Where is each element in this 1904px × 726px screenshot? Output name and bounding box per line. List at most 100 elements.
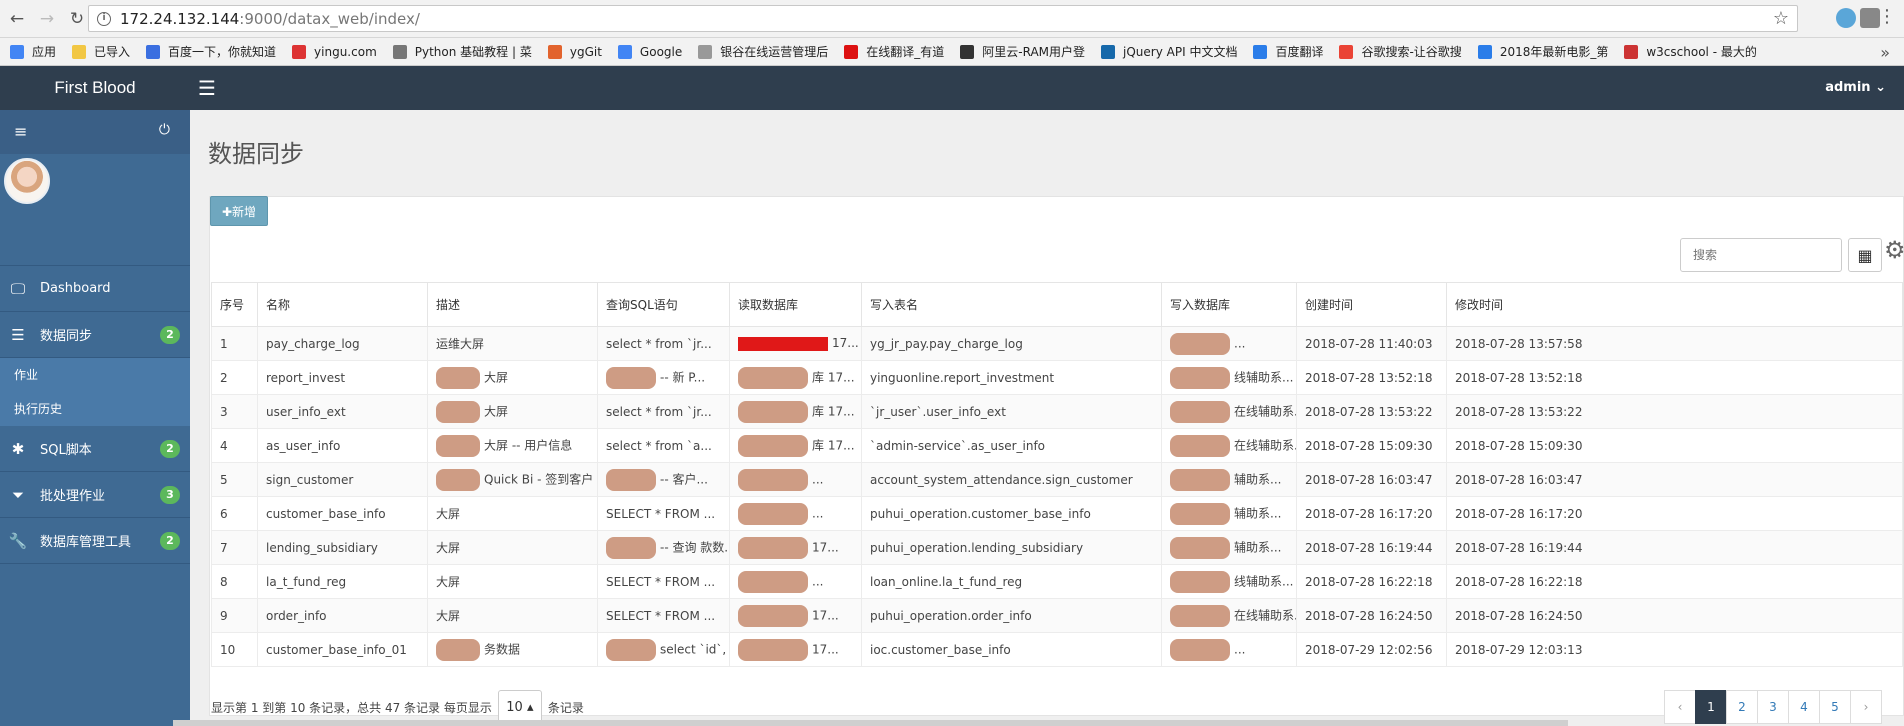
- horizontal-scrollbar[interactable]: [173, 720, 1568, 726]
- sidebar-subitem-jobs[interactable]: 作业: [0, 358, 190, 392]
- sidebar-item-db-tools[interactable]: 🔧 数据库管理工具 2: [0, 518, 190, 564]
- bookmark-label: 2018年最新电影_第: [1499, 45, 1609, 59]
- page-button[interactable]: 2: [1726, 690, 1758, 724]
- column-header[interactable]: 名称: [257, 282, 428, 327]
- table-row[interactable]: 1 pay_charge_log 运维大屏 select * from `jr... 1…: [211, 326, 1903, 361]
- column-header[interactable]: 读取数据库: [729, 282, 862, 327]
- table-cell: puhui_operation.lending_subsidiary: [861, 530, 1162, 565]
- menu-icon[interactable]: ≡: [14, 122, 27, 141]
- bookmark-item[interactable]: 已导入: [72, 43, 130, 60]
- page-button[interactable]: 3: [1757, 690, 1789, 724]
- page-button[interactable]: 1: [1695, 690, 1727, 724]
- column-header[interactable]: 写入表名: [861, 282, 1162, 327]
- bookmark-item[interactable]: 在线翻译_有道: [844, 43, 944, 60]
- table-row[interactable]: 9 order_info 大屏 SELECT * FROM ... 17... puhui…: [211, 598, 1903, 633]
- cell-text: order_info: [266, 608, 327, 623]
- extension-icon-2[interactable]: [1860, 8, 1880, 28]
- table-header-row: 序号 名称 描述 查询SQL语句 读取数据库 写入表名 写入数据库 创建时间 修改时间: [211, 282, 1903, 327]
- info-icon[interactable]: i: [97, 11, 111, 26]
- bookmark-item[interactable]: 2018年最新电影_第: [1477, 43, 1609, 60]
- avatar[interactable]: [4, 158, 50, 204]
- column-header[interactable]: 创建时间: [1296, 282, 1447, 327]
- table-row[interactable]: 5 sign_customer Quick Bi - 签到客户 -- 客户......…: [211, 462, 1903, 497]
- extension-icon[interactable]: [1836, 8, 1856, 28]
- bookmark-item[interactable]: w3cschool - 最大的: [1624, 43, 1757, 60]
- column-header[interactable]: 查询SQL语句: [597, 282, 730, 327]
- next-page-button[interactable]: ›: [1850, 690, 1882, 724]
- column-header[interactable]: 描述: [427, 282, 598, 327]
- table-cell: 2018-07-28 16:22:18: [1446, 564, 1903, 599]
- bookmark-item[interactable]: jQuery API 中文文档: [1101, 43, 1237, 60]
- browser-menu-icon[interactable]: ⋮: [1878, 8, 1896, 26]
- hamburger-icon[interactable]: ☰: [198, 78, 216, 98]
- table-row[interactable]: 7 lending_subsidiary 大屏 -- 查询 款数... 17... puh…: [211, 530, 1903, 565]
- cell-text: 2018-07-28 16:19:44: [1455, 540, 1583, 555]
- cell-text: Quick Bi - 签到客户: [484, 472, 594, 486]
- table-cell: 17...: [729, 530, 862, 565]
- column-header[interactable]: 修改时间: [1446, 282, 1903, 327]
- bookmarks-overflow-icon[interactable]: »: [1880, 43, 1890, 62]
- bookmark-favicon-icon: [960, 44, 975, 59]
- sidebar: ≡ ⏻ 🖵 Dashboard ☰ 数据同步 2 作业 执行历史 ✱ SQL脚本…: [0, 110, 190, 726]
- bookmark-star-icon[interactable]: ☆: [1773, 8, 1789, 29]
- table-row[interactable]: 6 customer_base_info 大屏 SELECT * FROM .....…: [211, 496, 1903, 531]
- cell-text: 8: [220, 574, 228, 589]
- table-row[interactable]: 2 report_invest 大屏 -- 新 P... 库 17... yinguonl…: [211, 360, 1903, 395]
- bookmark-item[interactable]: ygGit: [547, 44, 602, 59]
- count-badge: 2: [160, 326, 180, 344]
- column-header[interactable]: 写入数据库: [1161, 282, 1297, 327]
- cell-text: 2018-07-29 12:02:56: [1305, 642, 1433, 657]
- sidebar-item-sql-script[interactable]: ✱ SQL脚本 2: [0, 426, 190, 472]
- brand-logo[interactable]: First Blood: [0, 66, 190, 110]
- table-row[interactable]: 3 user_info_ext 大屏 select * from `jr... 库 17…: [211, 394, 1903, 429]
- cell-text: account_system_attendance.sign_customer: [870, 472, 1133, 487]
- bookmark-item[interactable]: 百度翻译: [1253, 43, 1323, 60]
- gear-icon[interactable]: ⚙: [1884, 236, 1904, 264]
- bookmark-label: 百度一下，你就知道: [168, 45, 277, 59]
- table-cell: 2018-07-28 16:22:18: [1296, 564, 1447, 599]
- table-cell: puhui_operation.customer_base_info: [861, 496, 1162, 531]
- sidebar-subitem-history[interactable]: 执行历史: [0, 392, 190, 426]
- page-button[interactable]: 4: [1788, 690, 1820, 724]
- reload-icon[interactable]: ↻: [64, 6, 90, 32]
- table-cell: 2018-07-28 16:19:44: [1296, 530, 1447, 565]
- bookmark-item[interactable]: Python 基础教程 | 菜: [392, 43, 532, 60]
- power-icon[interactable]: ⏻: [159, 122, 170, 138]
- add-button[interactable]: ✚新增: [210, 196, 268, 226]
- sidebar-item-data-sync[interactable]: ☰ 数据同步 2: [0, 312, 190, 358]
- forward-icon[interactable]: →: [34, 6, 60, 32]
- table-cell: 2018-07-28 13:57:58: [1446, 326, 1903, 361]
- address-bar[interactable]: i 172.24.132.144:9000/datax_web/index/ ☆: [88, 5, 1798, 32]
- bookmark-item[interactable]: yingu.com: [292, 44, 377, 59]
- search-input[interactable]: [1680, 238, 1842, 272]
- cell-text: puhui_operation.lending_subsidiary: [870, 540, 1084, 555]
- bookmark-item[interactable]: 百度一下，你就知道: [146, 43, 276, 60]
- page-size-select[interactable]: 10 ▴: [497, 690, 542, 724]
- cell-text: 17...: [812, 608, 839, 622]
- sidebar-item-batch-jobs[interactable]: ⏷ 批处理作业 3: [0, 472, 190, 518]
- back-icon[interactable]: ←: [4, 6, 30, 32]
- table-cell: 务数据: [427, 632, 598, 667]
- bookmark-item[interactable]: Google: [617, 44, 682, 59]
- bookmark-item[interactable]: 银谷在线运营管理后: [698, 43, 828, 60]
- table-row[interactable]: 10 customer_base_info_01 务数据 select `id`, `…: [211, 632, 1903, 667]
- table-row[interactable]: 8 la_t_fund_reg 大屏 SELECT * FROM ...... loan…: [211, 564, 1903, 599]
- table-row[interactable]: 4 as_user_info 大屏 -- 用户信息 select * from `a.…: [211, 428, 1903, 463]
- user-menu[interactable]: admin ⌄: [1825, 80, 1886, 95]
- bookmark-label: yingu.com: [314, 44, 377, 59]
- table-cell: 7: [211, 530, 258, 565]
- cell-text: ioc.customer_base_info: [870, 642, 1011, 657]
- cell-text: 2018-07-28 11:40:03: [1305, 336, 1433, 351]
- cell-text: 2018-07-28 16:22:18: [1305, 574, 1433, 589]
- column-toggle-button[interactable]: ▦: [1848, 238, 1882, 272]
- column-header[interactable]: 序号: [211, 282, 258, 327]
- page-button[interactable]: 5: [1819, 690, 1851, 724]
- sidebar-submenu: 作业 执行历史: [0, 358, 190, 426]
- sidebar-item-dashboard[interactable]: 🖵 Dashboard: [0, 266, 190, 312]
- table-cell: 大屏: [427, 564, 598, 599]
- bookmark-item[interactable]: 应用: [10, 43, 56, 60]
- prev-page-button[interactable]: ‹: [1664, 690, 1696, 724]
- bookmark-item[interactable]: 阿里云-RAM用户登: [960, 43, 1085, 60]
- bookmark-item[interactable]: 谷歌搜索-让谷歌搜: [1339, 43, 1462, 60]
- redaction-blur: [1170, 638, 1230, 661]
